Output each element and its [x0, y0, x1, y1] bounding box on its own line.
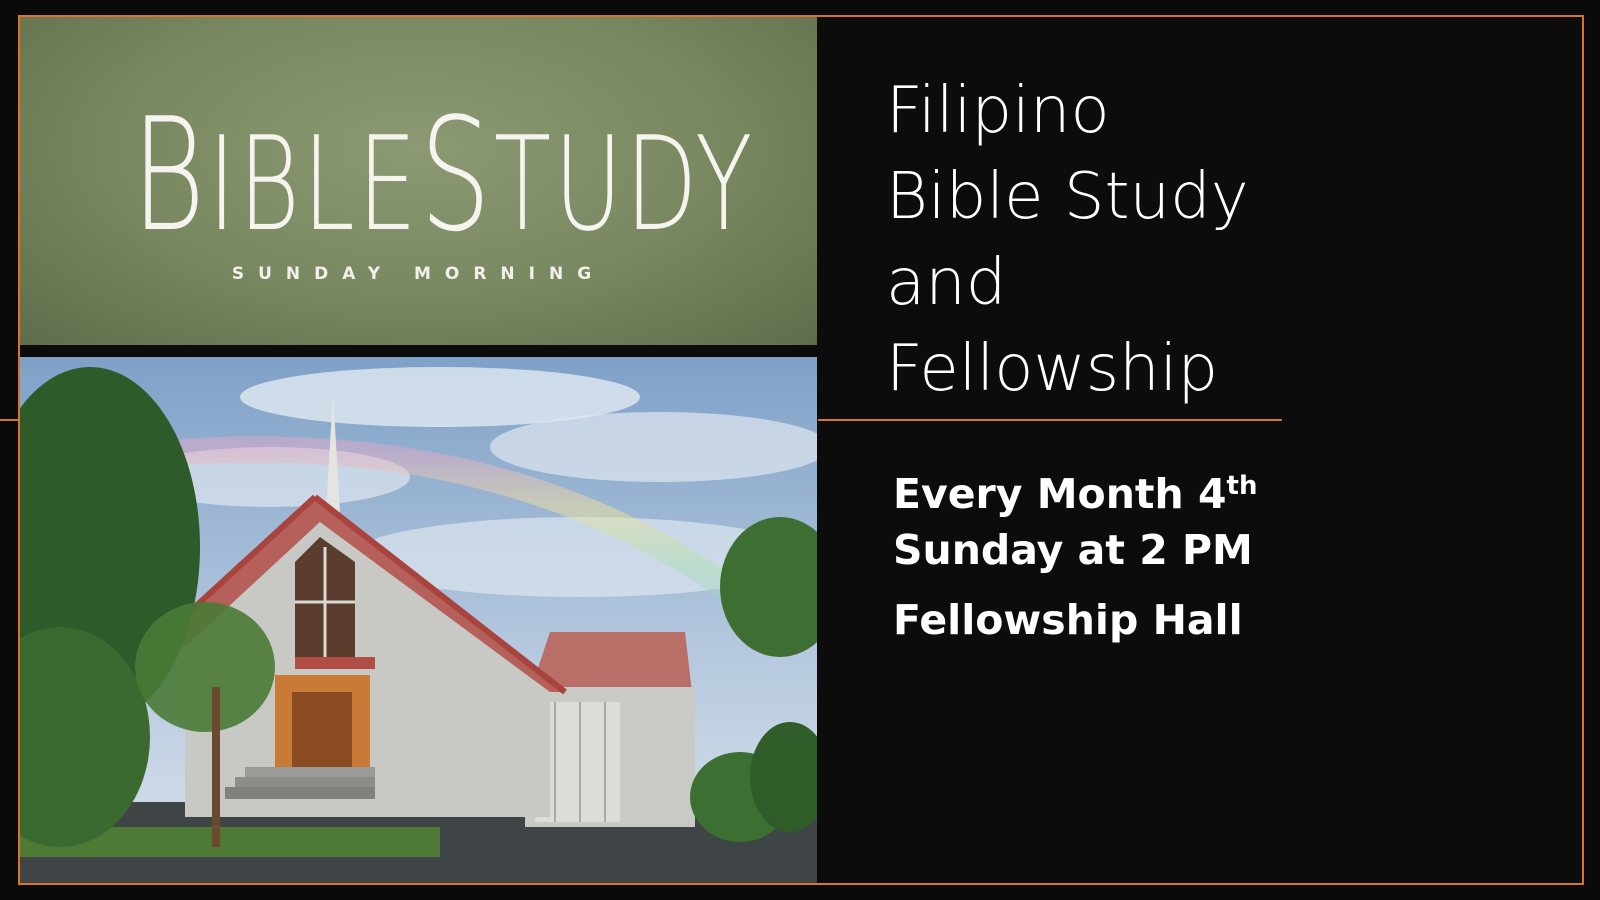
divider-left: [0, 419, 20, 421]
banner-title-ible: IBLE: [208, 108, 420, 260]
event-schedule: Every Month 4th Sunday at 2 PM: [893, 466, 1513, 578]
banner-title: BIBLESTUDY: [132, 97, 753, 253]
divider-title: [818, 419, 1282, 421]
event-title-line: Filipino: [886, 74, 1110, 148]
event-title-line: Bible Study: [886, 160, 1249, 234]
schedule-line-1: Every Month 4th: [893, 466, 1513, 522]
event-title-line: Fellowship: [886, 332, 1219, 406]
banner-title-letter-b: B: [131, 84, 209, 266]
banner-title-tudy: TUDY: [493, 108, 756, 260]
bible-study-banner: BIBLESTUDY SUNDAY MORNING: [20, 17, 817, 345]
event-location: Fellowship Hall: [893, 596, 1243, 644]
banner-title-letter-s: S: [419, 84, 494, 266]
event-title: Filipino Bible Study and Fellowship: [886, 68, 1486, 412]
event-title-line: and: [886, 246, 1007, 320]
banner-subtitle: SUNDAY MORNING: [231, 264, 606, 284]
church-photo: [20, 357, 817, 883]
schedule-line-2: Sunday at 2 PM: [893, 526, 1253, 574]
ordinal-suffix: th: [1226, 471, 1258, 501]
schedule-frequency: Every Month 4: [893, 470, 1227, 518]
